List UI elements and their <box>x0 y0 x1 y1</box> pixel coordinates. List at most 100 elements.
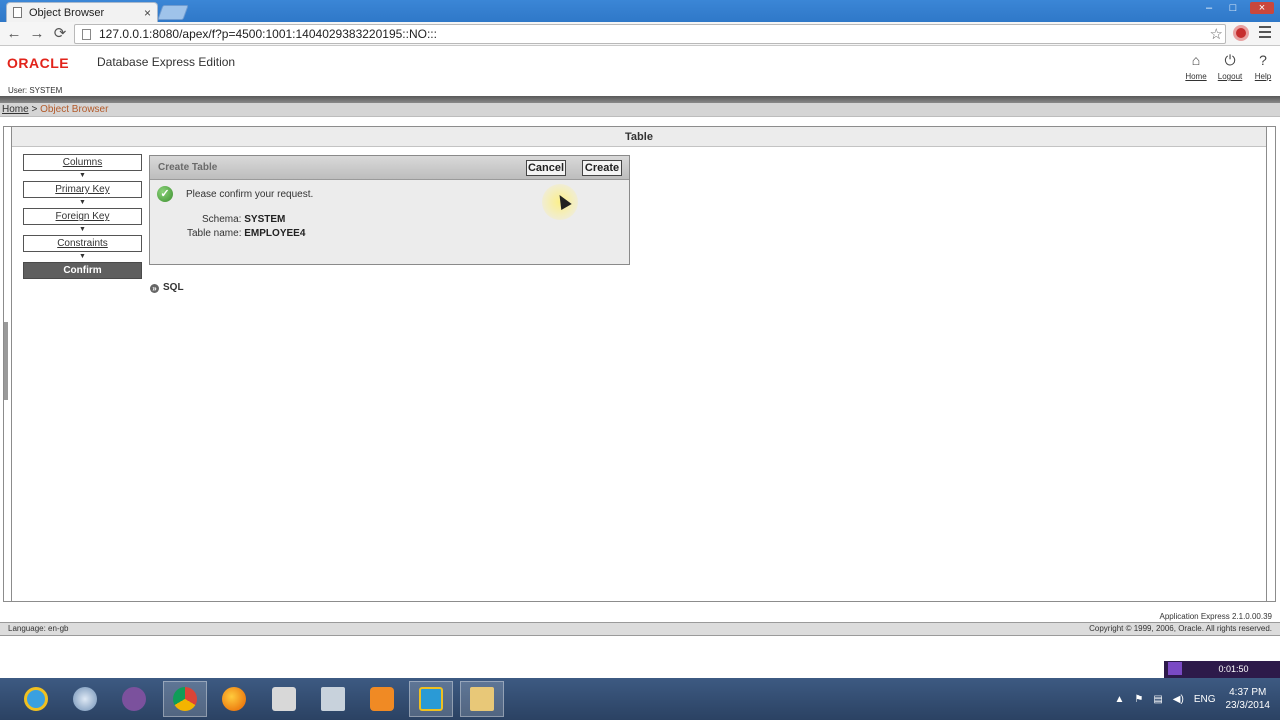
system-tray: ▲ ⚑ ▤ ◀) ENG 4:37 PM 23/3/2014 <box>1114 678 1270 720</box>
language-label: Language: en-gb <box>8 624 69 633</box>
flag-icon[interactable]: ⚑ <box>1134 694 1143 705</box>
internet-explorer-icon <box>24 687 48 711</box>
recorder-time: 0:01:50 <box>1218 664 1249 674</box>
viber-icon <box>122 687 146 711</box>
reload-button[interactable]: ⟳ <box>51 25 69 43</box>
skype-shortcut-taskbar-button[interactable] <box>409 681 453 717</box>
safari-taskbar-button[interactable] <box>63 681 107 717</box>
oracle-logo: ORACLE <box>7 55 70 71</box>
app-header: ORACLE Database Express Edition User: SY… <box>0 46 1280 98</box>
table-name-row: Table name: EMPLOYEE4 <box>187 228 305 239</box>
breadcrumb-home-link[interactable]: Home <box>2 104 29 115</box>
minimize-button[interactable]: – <box>1202 2 1216 14</box>
expand-icon: » <box>150 284 159 293</box>
breadcrumb: Home > Object Browser <box>0 103 1280 117</box>
table-name-label: Table name: <box>187 228 242 239</box>
chess-taskbar-button[interactable] <box>262 681 306 717</box>
wizard-step-primary-key[interactable]: Primary Key <box>23 181 142 198</box>
help-link-label[interactable]: Help <box>1255 72 1271 81</box>
create-table-title: Create Table <box>158 162 218 173</box>
tab-title: Object Browser <box>29 6 105 19</box>
wizard-step-constraints[interactable]: Constraints <box>23 235 142 252</box>
volume-icon[interactable]: ◀) <box>1173 694 1184 705</box>
step-arrow-icon: ▼ <box>79 172 86 179</box>
breadcrumb-separator: > <box>28 104 41 115</box>
region-title: Table <box>12 127 1266 147</box>
help-icon: ? <box>1259 52 1267 68</box>
browser-toolbar: ← → ⟳ 127.0.0.1:8080/apex/f?p=4500:1001:… <box>0 22 1280 46</box>
step-arrow-icon: ▼ <box>79 253 86 260</box>
browser-titlebar: Object Browser × – □ × <box>0 0 1280 22</box>
browser-menu-icon[interactable] <box>1259 26 1271 41</box>
sql-label[interactable]: SQL <box>163 282 184 293</box>
chrome-taskbar-button[interactable] <box>163 681 207 717</box>
clock-date: 23/3/2014 <box>1225 700 1271 711</box>
schema-row: Schema: SYSTEM <box>202 214 285 225</box>
version-text: Application Express 2.1.0.00.39 <box>1159 612 1272 621</box>
tray-expand-icon[interactable]: ▲ <box>1114 694 1124 705</box>
file-explorer-taskbar-button[interactable] <box>460 681 504 717</box>
footer-bar: Language: en-gb Copyright © 1999, 2006, … <box>0 622 1280 636</box>
header-divider-bar <box>0 96 1280 103</box>
breadcrumb-current: Object Browser <box>40 104 109 115</box>
firefox-icon <box>222 687 246 711</box>
sql-developer-taskbar-button[interactable] <box>311 681 355 717</box>
resize-grip[interactable] <box>4 322 8 400</box>
language-indicator[interactable]: ENG <box>1194 694 1216 705</box>
browser-tab[interactable]: Object Browser × <box>6 2 158 22</box>
firefox-taskbar-button[interactable] <box>212 681 256 717</box>
back-button[interactable]: ← <box>5 25 23 43</box>
url-text[interactable]: 127.0.0.1:8080/apex/f?p=4500:1001:140402… <box>99 27 437 41</box>
confirm-message: Please confirm your request. <box>186 189 314 200</box>
shortcut-app-icon <box>419 687 443 711</box>
internet-explorer-taskbar-button[interactable] <box>14 681 58 717</box>
viber-taskbar-button[interactable] <box>112 681 156 717</box>
address-bar[interactable]: 127.0.0.1:8080/apex/f?p=4500:1001:140402… <box>74 24 1226 44</box>
page-icon <box>82 28 91 40</box>
screen-recorder-widget[interactable]: 0:01:50 <box>1164 661 1280 678</box>
step-arrow-icon: ▼ <box>79 226 86 233</box>
create-table-header: Create Table Cancel Create <box>150 156 629 180</box>
sql-developer-icon <box>321 687 345 711</box>
help-link[interactable]: ? Help <box>1248 52 1278 82</box>
clock[interactable]: 4:37 PM 23/3/2014 <box>1226 686 1271 712</box>
sql-toggle[interactable]: » SQL <box>150 282 184 293</box>
maximize-button[interactable]: □ <box>1226 2 1240 14</box>
power-icon: ⏻ <box>1224 52 1236 68</box>
wizard-step-foreign-key[interactable]: Foreign Key <box>23 208 142 225</box>
wizard-step-columns[interactable]: Columns <box>23 154 142 171</box>
network-icon[interactable]: ▤ <box>1153 694 1162 705</box>
tab-close-icon[interactable]: × <box>144 6 151 20</box>
safari-icon <box>73 687 97 711</box>
logout-link-label[interactable]: Logout <box>1218 72 1242 81</box>
forward-button[interactable]: → <box>28 25 46 43</box>
create-button[interactable]: Create <box>582 160 622 176</box>
home-icon: ⌂ <box>1191 52 1201 68</box>
user-label: User: SYSTEM <box>8 86 63 95</box>
media-player-taskbar-button[interactable] <box>360 681 404 717</box>
check-icon: ✓ <box>157 186 173 202</box>
extension-icon[interactable] <box>1233 25 1249 41</box>
window-controls: – □ × <box>1202 2 1274 14</box>
page-icon <box>13 7 22 18</box>
product-name: Database Express Edition <box>97 55 236 69</box>
media-player-icon <box>370 687 394 711</box>
home-link-label[interactable]: Home <box>1185 72 1206 81</box>
folder-icon <box>470 687 494 711</box>
copyright-text: Copyright © 1999, 2006, Oracle. All righ… <box>1089 624 1272 633</box>
recorder-logo-icon <box>1168 662 1182 675</box>
schema-label: Schema: <box>202 214 242 225</box>
windows-taskbar: ▲ ⚑ ▤ ◀) ENG 4:37 PM 23/3/2014 <box>0 678 1280 720</box>
wizard-steps: Columns ▼ Primary Key ▼ Foreign Key ▼ Co… <box>23 154 142 279</box>
logout-link[interactable]: ⏻ Logout <box>1215 52 1245 82</box>
cancel-button[interactable]: Cancel <box>526 160 566 176</box>
close-window-button[interactable]: × <box>1250 2 1274 14</box>
wizard-step-confirm: Confirm <box>23 262 142 279</box>
chrome-icon <box>173 687 197 711</box>
clock-time: 4:37 PM <box>1229 687 1267 698</box>
home-link[interactable]: ⌂ Home <box>1181 52 1211 82</box>
new-tab-button[interactable] <box>157 5 189 20</box>
bookmark-star-icon[interactable]: ☆ <box>1210 25 1223 43</box>
step-arrow-icon: ▼ <box>79 199 86 206</box>
table-name-value: EMPLOYEE4 <box>244 228 306 239</box>
